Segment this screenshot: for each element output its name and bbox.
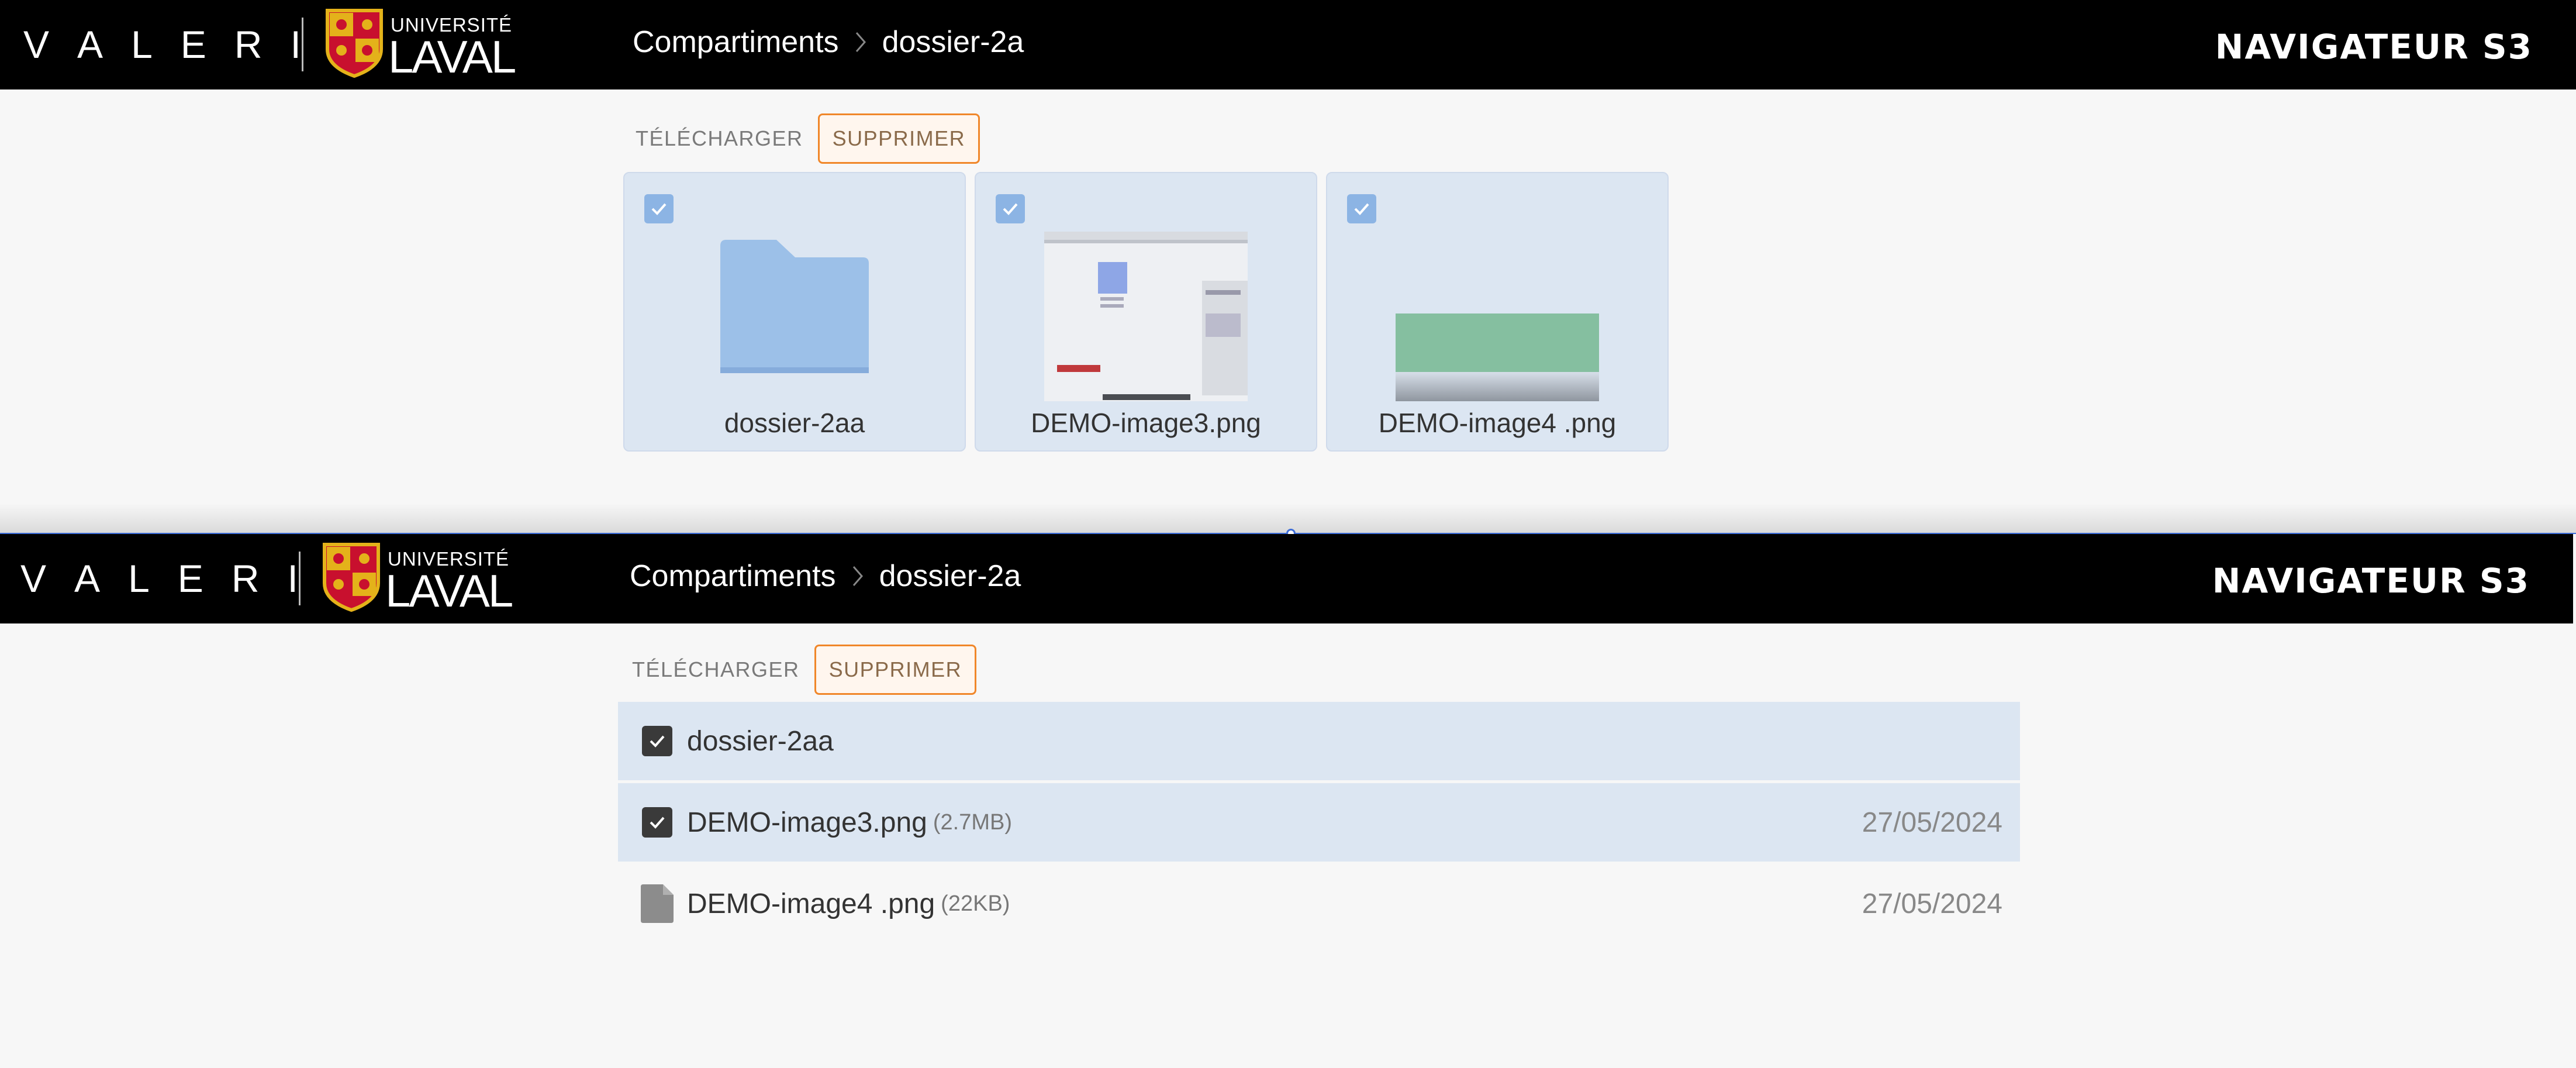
card-name: DEMO-image3.png [1031,408,1261,438]
grid-card-image[interactable]: DEMO-image4 .png [1326,172,1669,452]
valeria-letter: A [77,23,105,66]
delete-button[interactable]: SUPPRIMER [817,113,980,164]
valeria-letter: I [287,557,299,600]
valeria-letter: E [180,23,208,66]
top-header: V A L E R I A UNIVERSITÉ LAVAL Compartim… [0,0,2576,89]
grid-card-folder[interactable]: dossier-2aa [623,172,966,452]
breadcrumb-current: dossier-2a [882,25,1024,59]
valeria-letter: E [177,557,205,600]
crest-icon [326,9,383,78]
row-date: 27/05/2024 [1862,807,2002,838]
chevron-right-icon [851,564,864,588]
valeria-letter: R [231,557,261,600]
checkbox-checked-icon[interactable] [996,194,1025,223]
list-row-folder[interactable]: dossier-2aa [618,702,2020,780]
valeria-letter: A [74,557,102,600]
valeria-letter: R [234,23,264,66]
logo-laval-text: LAVAL [385,565,513,616]
row-name: DEMO-image3.png [687,807,927,838]
folder-icon [720,232,869,377]
universite-laval-logo[interactable]: UNIVERSITÉ LAVAL [322,542,513,616]
valeria-logo[interactable]: V A L E R I A [20,557,353,600]
universite-laval-logo[interactable]: UNIVERSITÉ LAVAL [325,8,516,82]
breadcrumb: Compartiments dossier-2a [633,25,1024,60]
checkbox-checked-icon[interactable] [639,807,675,838]
checkbox-checked-icon[interactable] [1347,194,1376,223]
list-row-file[interactable]: DEMO-image3.png (2.7MB) 27/05/2024 [618,783,2020,862]
row-name: dossier-2aa [687,725,834,757]
checkbox-checked-icon[interactable] [639,726,675,756]
row-size: (22KB) [941,891,1010,916]
action-toolbar: TÉLÉCHARGER SUPPRIMER [634,113,980,164]
item-grid: dossier-2aa DEMO-image3.png DEMO-image4 … [623,172,1669,452]
list-row-file[interactable]: DEMO-image4 .png (22KB) 27/05/2024 [618,864,2020,943]
delete-button[interactable]: SUPPRIMER [814,645,977,695]
valeria-letter: I [290,23,302,66]
valeria-letter: V [20,557,48,600]
image-thumbnail [1396,232,1599,404]
list-view-panel: V A L E R I A UNIVERSITÉ LAVAL Compartim… [0,534,2576,1068]
top-header: V A L E R I A UNIVERSITÉ LAVAL Compartim… [0,534,2573,623]
checkbox-checked-icon[interactable] [644,194,674,223]
grid-card-image[interactable]: DEMO-image3.png [975,172,1317,452]
crest-icon [323,543,380,612]
row-size: (2.7MB) [933,809,1012,835]
card-name: dossier-2aa [724,408,865,438]
logo-laval-text: LAVAL [388,31,516,82]
valeria-logo[interactable]: V A L E R I A [23,23,356,66]
app-title: NAVIGATEUR S3 [2212,561,2530,601]
logo-divider [299,552,301,605]
row-date: 27/05/2024 [1862,888,2002,919]
breadcrumb: Compartiments dossier-2a [630,559,1021,594]
file-icon [639,884,675,923]
valeria-letter: L [131,23,154,66]
logo-divider [302,18,303,71]
breadcrumb-compartiments[interactable]: Compartiments [633,25,839,60]
breadcrumb-current: dossier-2a [879,559,1021,593]
action-toolbar: TÉLÉCHARGER SUPPRIMER [630,645,977,695]
valeria-letter: L [128,557,151,600]
chevron-right-icon [854,30,867,54]
item-list: dossier-2aa DEMO-image3.png (2.7MB) 27/0… [618,702,2020,946]
breadcrumb-compartiments[interactable]: Compartiments [630,559,836,594]
grid-view-panel: V A L E R I A UNIVERSITÉ LAVAL Compartim… [0,0,2576,534]
card-name: DEMO-image4 .png [1378,408,1617,438]
row-name: DEMO-image4 .png [687,888,935,919]
download-button[interactable]: TÉLÉCHARGER [630,645,802,695]
valeria-letter: V [23,23,51,66]
image-thumbnail [1044,232,1248,404]
download-button[interactable]: TÉLÉCHARGER [634,113,805,164]
app-title: NAVIGATEUR S3 [2215,27,2533,67]
